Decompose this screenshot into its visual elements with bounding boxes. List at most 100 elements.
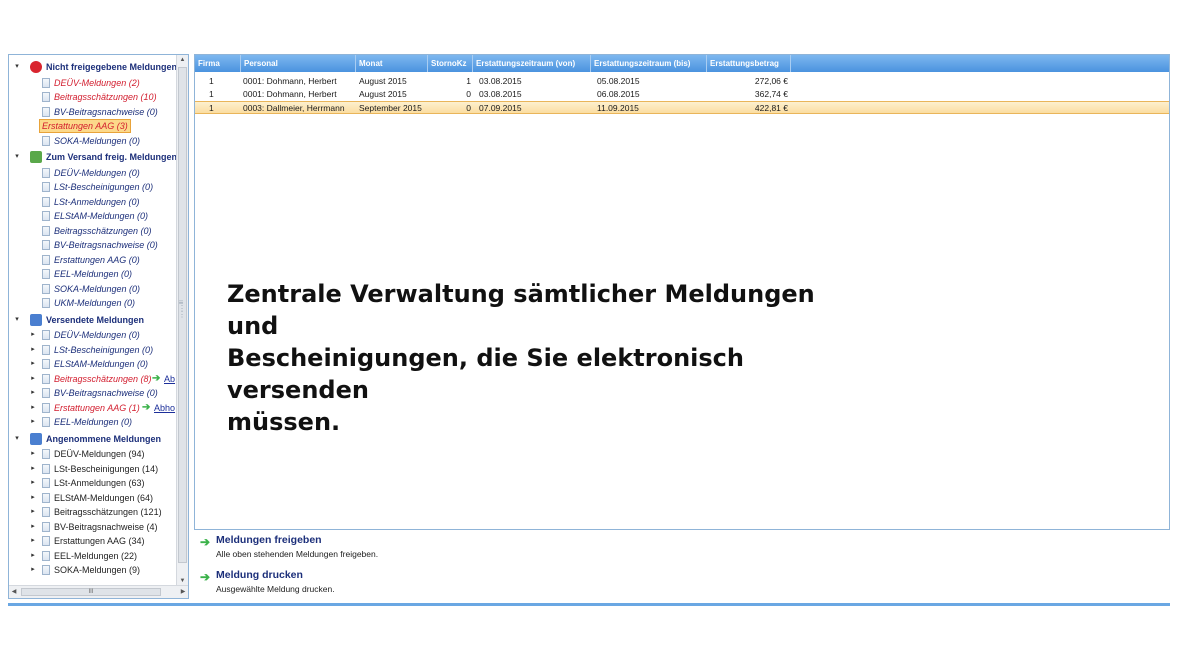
column-header-monat[interactable]: Monat bbox=[356, 55, 428, 72]
expand-icon[interactable]: ▸ bbox=[29, 343, 37, 357]
column-header-zeitraum-von[interactable]: Erstattungszeitraum (von) bbox=[473, 55, 591, 72]
document-icon bbox=[42, 106, 50, 117]
document-icon bbox=[42, 388, 50, 398]
tree-item-label: LSt-Anmeldungen (0) bbox=[54, 196, 140, 207]
document-icon bbox=[42, 211, 50, 221]
document-icon bbox=[42, 225, 50, 236]
cell-betrag: 272,06 € bbox=[754, 76, 788, 86]
tree-horizontal-scrollbar[interactable]: ◀ III ▶ bbox=[9, 585, 188, 598]
cell-bis: 05.08.2015 bbox=[597, 76, 640, 86]
fetch-link[interactable]: Abho bbox=[154, 401, 175, 415]
grid-header: Firma Personal Monat StornoKz Erstattung… bbox=[195, 55, 1169, 72]
tree-item-label: Beitragsschätzungen (10) bbox=[54, 92, 157, 102]
document-icon bbox=[42, 417, 50, 427]
arrow-right-icon: ➔ bbox=[200, 570, 211, 584]
document-icon bbox=[42, 402, 50, 413]
caption-line: Zentrale Verwaltung sämtlicher Meldungen… bbox=[227, 280, 815, 340]
tree-item-label: Erstattungen AAG (34) bbox=[54, 536, 145, 546]
column-header-personal[interactable]: Personal bbox=[241, 55, 356, 72]
tree-item-label: SOKA-Meldungen (0) bbox=[54, 283, 141, 294]
tree-item-label: BV-Beitragsnachweise (4) bbox=[54, 521, 158, 532]
tree-group-label: Nicht freigegebene Meldungen bbox=[46, 62, 177, 72]
expand-icon[interactable]: ▸ bbox=[29, 415, 37, 429]
document-icon bbox=[42, 269, 50, 279]
tree-item-label: BV-Beitragsnachweise (0) bbox=[54, 240, 158, 250]
document-icon bbox=[42, 182, 50, 192]
expand-icon[interactable]: ▸ bbox=[29, 534, 37, 548]
expand-icon[interactable]: ▸ bbox=[29, 357, 37, 371]
release-action-title[interactable]: Meldungen freigeben bbox=[216, 534, 322, 546]
expand-icon[interactable]: ▸ bbox=[29, 386, 37, 400]
expand-icon[interactable]: ▸ bbox=[29, 563, 37, 577]
table-row[interactable]: 1 0001: Dohmann, Herbert August 2015 1 03.08… bbox=[195, 75, 1169, 88]
column-header-zeitraum-bis[interactable]: Erstattungszeitraum (bis) bbox=[591, 55, 707, 72]
scroll-right-icon[interactable]: ▶ bbox=[178, 586, 188, 598]
cell-von: 03.08.2015 bbox=[479, 89, 522, 99]
tree-item-label: UKM-Meldungen (0) bbox=[54, 298, 136, 308]
cell-betrag: 362,74 € bbox=[754, 89, 788, 99]
document-icon bbox=[42, 77, 50, 88]
tree-item-label: ELStAM-Meldungen (0) bbox=[54, 359, 149, 369]
expand-icon[interactable]: ▸ bbox=[29, 447, 37, 461]
fetch-link[interactable]: Ab bbox=[164, 372, 175, 386]
scroll-thumb-horizontal[interactable]: III bbox=[21, 588, 161, 596]
document-icon bbox=[42, 373, 50, 384]
panel-splitter[interactable]: ≡ ⋮ ⋮ bbox=[178, 299, 186, 350]
cell-firma: 1 bbox=[209, 103, 214, 113]
scroll-up-icon[interactable]: ▲ bbox=[177, 55, 188, 65]
document-icon bbox=[42, 507, 50, 517]
tree-item-label: LSt-Bescheinigungen (0) bbox=[54, 182, 154, 192]
tree-item-label: SOKA-Meldungen (9) bbox=[54, 565, 141, 575]
arrow-right-icon: ➔ bbox=[200, 535, 211, 549]
cell-storno: 0 bbox=[466, 103, 471, 113]
column-header-stornokz[interactable]: StornoKz bbox=[428, 55, 473, 72]
tree-group-label: Angenommene Meldungen bbox=[46, 433, 162, 444]
document-icon bbox=[42, 359, 50, 369]
expand-icon[interactable]: ▸ bbox=[29, 549, 37, 563]
document-icon bbox=[42, 196, 50, 207]
tree-item-label: DEÜV-Meldungen (94) bbox=[54, 449, 145, 459]
collapse-icon[interactable]: ▾ bbox=[13, 432, 21, 446]
expand-icon[interactable]: ▸ bbox=[29, 328, 37, 342]
expand-icon[interactable]: ▸ bbox=[29, 476, 37, 490]
cell-personal: 0001: Dohmann, Herbert bbox=[243, 76, 337, 86]
collapse-icon[interactable]: ▾ bbox=[13, 313, 21, 327]
expand-icon[interactable]: ▸ bbox=[29, 491, 37, 505]
tree-list: ▾ Nicht freigegebene Meldungen DEÜV-Meldun… bbox=[9, 55, 177, 585]
expand-icon[interactable]: ▸ bbox=[29, 505, 37, 519]
tree-item-label: LSt-Bescheinigungen (0) bbox=[54, 344, 154, 355]
cell-firma: 1 bbox=[209, 76, 214, 86]
tree-item-label: Erstattungen AAG (0) bbox=[54, 254, 140, 265]
cell-monat: August 2015 bbox=[359, 89, 407, 99]
collapse-icon[interactable]: ▾ bbox=[13, 150, 21, 164]
expand-icon[interactable]: ▸ bbox=[29, 520, 37, 534]
tree-item-label: EEL-Meldungen (0) bbox=[54, 269, 133, 279]
document-icon bbox=[42, 521, 50, 532]
table-row[interactable]: 1 0003: Dallmeier, Herrmann September 2015… bbox=[195, 101, 1169, 114]
expand-icon[interactable]: ▸ bbox=[29, 372, 37, 386]
expand-icon[interactable]: ▸ bbox=[29, 401, 37, 415]
print-action-title[interactable]: Meldung drucken bbox=[216, 569, 303, 581]
arrow-right-icon: ➔ bbox=[152, 372, 161, 384]
document-icon bbox=[42, 492, 50, 503]
tree-item-label: LSt-Bescheinigungen (14) bbox=[54, 463, 159, 474]
tree-item-label: SOKA-Meldungen (0) bbox=[54, 135, 141, 146]
cell-personal: 0003: Dallmeier, Herrmann bbox=[243, 103, 345, 113]
document-icon bbox=[42, 254, 50, 265]
cell-monat: August 2015 bbox=[359, 76, 407, 86]
document-icon bbox=[42, 565, 50, 575]
tree-item-label: BV-Beitragsnachweise (0) bbox=[54, 388, 158, 398]
scroll-left-icon[interactable]: ◀ bbox=[9, 586, 19, 598]
document-icon bbox=[42, 330, 50, 340]
column-header-betrag[interactable]: Erstattungsbetrag bbox=[707, 55, 791, 72]
cell-bis: 06.08.2015 bbox=[597, 89, 640, 99]
cell-von: 03.08.2015 bbox=[479, 76, 522, 86]
print-action-description: Ausgewählte Meldung drucken. bbox=[216, 584, 335, 594]
expand-icon[interactable]: ▸ bbox=[29, 462, 37, 476]
cell-betrag: 422,81 € bbox=[754, 103, 788, 113]
tree-item-label: BV-Beitragsnachweise (0) bbox=[54, 106, 158, 117]
collapse-icon[interactable]: ▾ bbox=[13, 60, 21, 74]
table-row[interactable]: 1 0001: Dohmann, Herbert August 2015 0 03.08… bbox=[195, 88, 1169, 101]
column-header-firma[interactable]: Firma bbox=[195, 55, 241, 72]
document-icon bbox=[42, 135, 50, 146]
